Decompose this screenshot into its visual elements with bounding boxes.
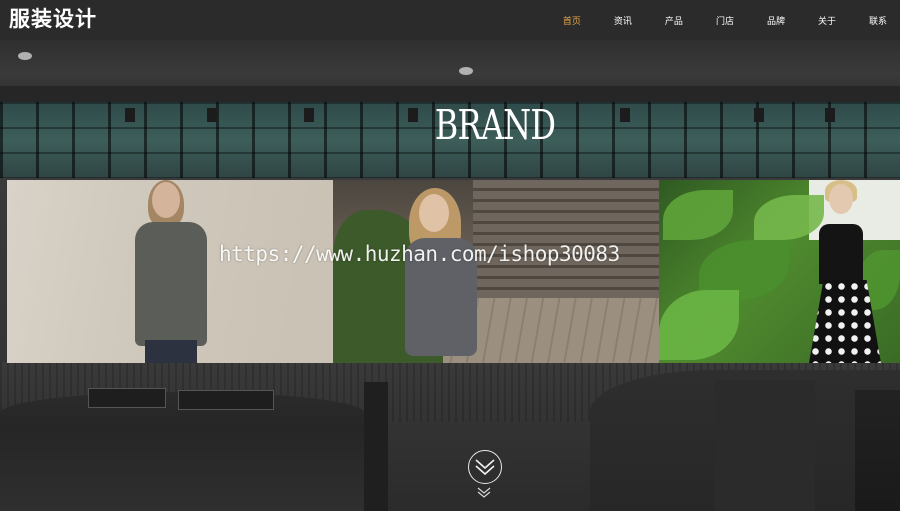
background-beam [0, 86, 900, 102]
model-figure [135, 222, 207, 346]
photo-leaf [663, 190, 733, 240]
nav-item-products[interactable]: 产品 [665, 14, 683, 27]
scroll-down-button[interactable] [468, 450, 502, 484]
model-figure [829, 184, 853, 214]
model-figure [819, 224, 863, 284]
gallery-photo[interactable] [333, 180, 659, 363]
brand-heading: BRAND [434, 101, 556, 149]
gallery-photo[interactable] [7, 180, 333, 363]
page: 服装设计 首页 资讯 产品 门店 品牌 关于 联系 BRAND https://… [0, 0, 900, 511]
gallery-photo[interactable] [659, 180, 900, 363]
display-box [178, 390, 274, 410]
main-nav: 首页 资讯 产品 门店 品牌 关于 联系 [530, 0, 887, 40]
chevron-down-icon[interactable] [477, 487, 491, 499]
double-chevron-down-icon [475, 459, 495, 476]
display-box [88, 388, 166, 408]
nav-item-home[interactable]: 首页 [563, 14, 581, 27]
nav-item-news[interactable]: 资讯 [614, 14, 632, 27]
background-stool [855, 390, 900, 511]
model-figure [145, 340, 197, 363]
background-pillar [715, 380, 815, 511]
site-header: 服装设计 首页 资讯 产品 门店 品牌 关于 联系 [0, 0, 900, 40]
nav-item-contact[interactable]: 联系 [869, 14, 887, 27]
table-leg [364, 382, 388, 511]
model-figure [419, 194, 449, 232]
nav-item-about[interactable]: 关于 [818, 14, 836, 27]
watermark-url: https://www.huzhan.com/ishop30083 [219, 242, 620, 266]
site-logo[interactable]: 服装设计 [9, 5, 97, 33]
model-figure [152, 182, 180, 218]
brand-gallery [7, 180, 900, 363]
ceiling-light [459, 67, 473, 75]
photo-leaf [659, 290, 739, 360]
nav-item-brand[interactable]: 品牌 [767, 14, 785, 27]
photo-stairs [473, 180, 659, 300]
ceiling-light [18, 52, 32, 60]
nav-item-stores[interactable]: 门店 [716, 14, 734, 27]
